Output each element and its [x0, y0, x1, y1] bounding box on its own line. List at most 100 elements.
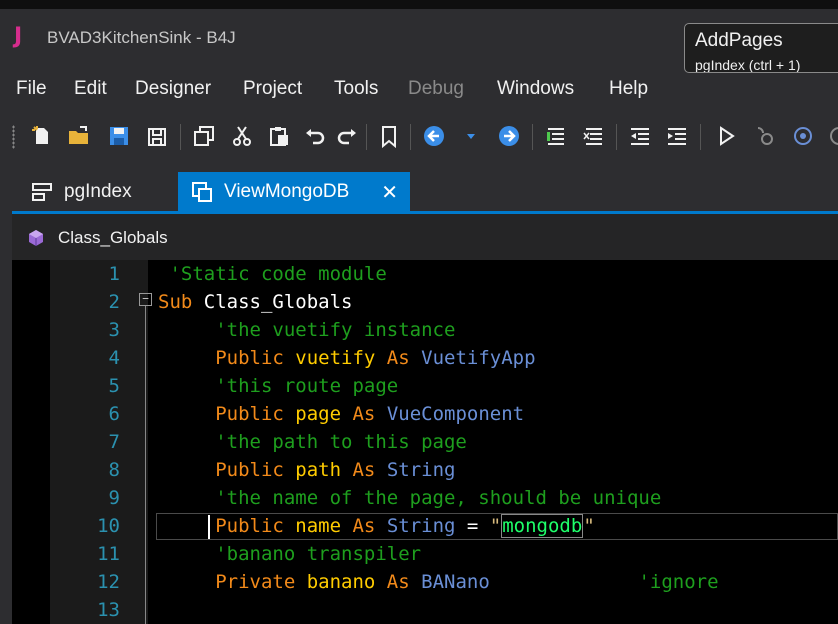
- code-token: As: [352, 459, 387, 481]
- code-token: mongodb: [501, 514, 584, 538]
- toolbar-separator: [180, 124, 181, 150]
- cut-icon[interactable]: [229, 123, 255, 149]
- code-line[interactable]: 8 Public path As String: [12, 456, 838, 484]
- line-number: 1: [108, 263, 120, 285]
- menu-windows[interactable]: Windows: [497, 78, 574, 100]
- code-line[interactable]: 10 Public name As String = "mongodb": [12, 512, 838, 540]
- code-token: 'the vuetify instance: [158, 319, 456, 341]
- menu-help[interactable]: Help: [609, 78, 648, 100]
- line-number: 7: [108, 431, 120, 453]
- code-token: As: [386, 571, 422, 593]
- line-number: 3: [108, 319, 120, 341]
- code-token: Public: [158, 459, 296, 481]
- tooltip-title: AddPages: [695, 30, 783, 51]
- comment-icon[interactable]: [543, 123, 569, 149]
- app-logo-icon: J: [14, 24, 23, 49]
- code-token: As: [352, 515, 387, 537]
- code-text: 'banano transpiler: [158, 540, 421, 568]
- code-line[interactable]: 9 'the name of the page, should be uniqu…: [12, 484, 838, 512]
- code-line[interactable]: 11 'banano transpiler: [12, 540, 838, 568]
- bookmark-icon[interactable]: [376, 123, 402, 149]
- new-file-icon[interactable]: [29, 123, 55, 149]
- code-token: Class_Globals: [203, 291, 353, 313]
- code-token: 'Static code module: [158, 263, 387, 285]
- code-token: path: [295, 459, 353, 481]
- toolbar-grip[interactable]: [12, 125, 15, 149]
- menu-designer[interactable]: Designer: [135, 78, 211, 100]
- line-number: 8: [108, 459, 120, 481]
- run-icon[interactable]: [713, 123, 739, 149]
- code-line[interactable]: 7 'the path to this page: [12, 428, 838, 456]
- paste-icon[interactable]: [266, 123, 292, 149]
- view-window-icon: [190, 179, 216, 205]
- code-text: 'this route page: [158, 372, 398, 400]
- code-token: Sub: [158, 291, 204, 313]
- line-number: 10: [97, 515, 120, 537]
- code-line[interactable]: 6 Public page As VueComponent: [12, 400, 838, 428]
- tooltip: AddPages pgIndex (ctrl + 1): [684, 23, 838, 73]
- open-folder-icon[interactable]: [66, 123, 92, 149]
- save-icon[interactable]: [106, 123, 132, 149]
- undo-icon[interactable]: [302, 123, 328, 149]
- code-token: String: [386, 515, 467, 537]
- code-editor[interactable]: − 1 'Static code module 2 Sub Class_Global…: [12, 260, 838, 624]
- code-token: 'ignore: [489, 571, 719, 593]
- code-text: Public name As String = "mongodb": [158, 512, 595, 540]
- code-token: As: [386, 347, 422, 369]
- code-text: Private banano As BANano 'ignore: [158, 568, 719, 596]
- uncomment-icon[interactable]: [581, 123, 607, 149]
- code-line[interactable]: 2 Sub Class_Globals: [12, 288, 838, 316]
- nav-back-icon[interactable]: [421, 123, 447, 149]
- toolbar-separator: [532, 124, 533, 150]
- code-token: ": [583, 515, 595, 537]
- nav-forward-icon[interactable]: [496, 123, 522, 149]
- toolbar-separator: [366, 124, 367, 150]
- menu-edit[interactable]: Edit: [74, 78, 107, 100]
- code-line[interactable]: 4 Public vuetify As VuetifyApp: [12, 344, 838, 372]
- code-line[interactable]: 13: [12, 596, 838, 624]
- menu-project[interactable]: Project: [243, 78, 302, 100]
- outdent-icon[interactable]: [627, 123, 653, 149]
- line-number: 5: [108, 375, 120, 397]
- code-text: Sub Class_Globals: [158, 288, 352, 316]
- toolbar-separator: [410, 124, 411, 150]
- code-text: 'the path to this page: [158, 428, 467, 456]
- dropdown-arrow-icon[interactable]: [458, 123, 484, 149]
- code-text: 'Static code module: [158, 260, 387, 288]
- top-edge: [0, 0, 838, 9]
- code-token: String: [386, 459, 456, 481]
- code-token: 'banano transpiler: [158, 543, 422, 565]
- code-line[interactable]: 1 'Static code module: [12, 260, 838, 288]
- code-token: VuetifyApp: [421, 347, 536, 369]
- code-token: VueComponent: [386, 403, 525, 425]
- code-token: Private: [158, 571, 307, 593]
- code-line[interactable]: 5 'this route page: [12, 372, 838, 400]
- code-token: 'the name of the page, should be unique: [158, 487, 662, 509]
- copy-icon[interactable]: [191, 123, 217, 149]
- line-number: 12: [97, 571, 120, 593]
- tab-pgindex[interactable]: pgIndex: [18, 172, 168, 212]
- breadcrumb-label[interactable]: Class_Globals: [58, 228, 168, 248]
- code-token: 'the path to this page: [158, 431, 467, 453]
- code-text: Public path As String: [158, 456, 455, 484]
- redo-icon[interactable]: [334, 123, 360, 149]
- code-token: Public: [158, 403, 296, 425]
- close-icon[interactable]: ✕: [381, 180, 398, 205]
- code-line[interactable]: 12 Private banano As BANano 'ignore: [12, 568, 838, 596]
- code-token: Public: [158, 515, 296, 537]
- code-text: Public page As VueComponent: [158, 400, 524, 428]
- code-token: =: [466, 515, 490, 537]
- toolbar-separator: [616, 124, 617, 150]
- line-number: 11: [97, 543, 120, 565]
- line-number: 13: [97, 599, 120, 621]
- code-token: 'this route page: [158, 375, 399, 397]
- menu-file[interactable]: File: [16, 78, 47, 100]
- code-line[interactable]: 3 'the vuetify instance: [12, 316, 838, 344]
- toolbar-separator: [700, 124, 701, 150]
- tab-viewmongodb[interactable]: ViewMongoDB ✕: [178, 172, 410, 212]
- indent-icon[interactable]: [664, 123, 690, 149]
- save-all-icon[interactable]: [144, 123, 170, 149]
- code-text: 'the name of the page, should be unique: [158, 484, 661, 512]
- title-bar: J BVAD3KitchenSink - B4J AddPages pgInde…: [0, 9, 838, 73]
- menu-tools[interactable]: Tools: [334, 78, 378, 100]
